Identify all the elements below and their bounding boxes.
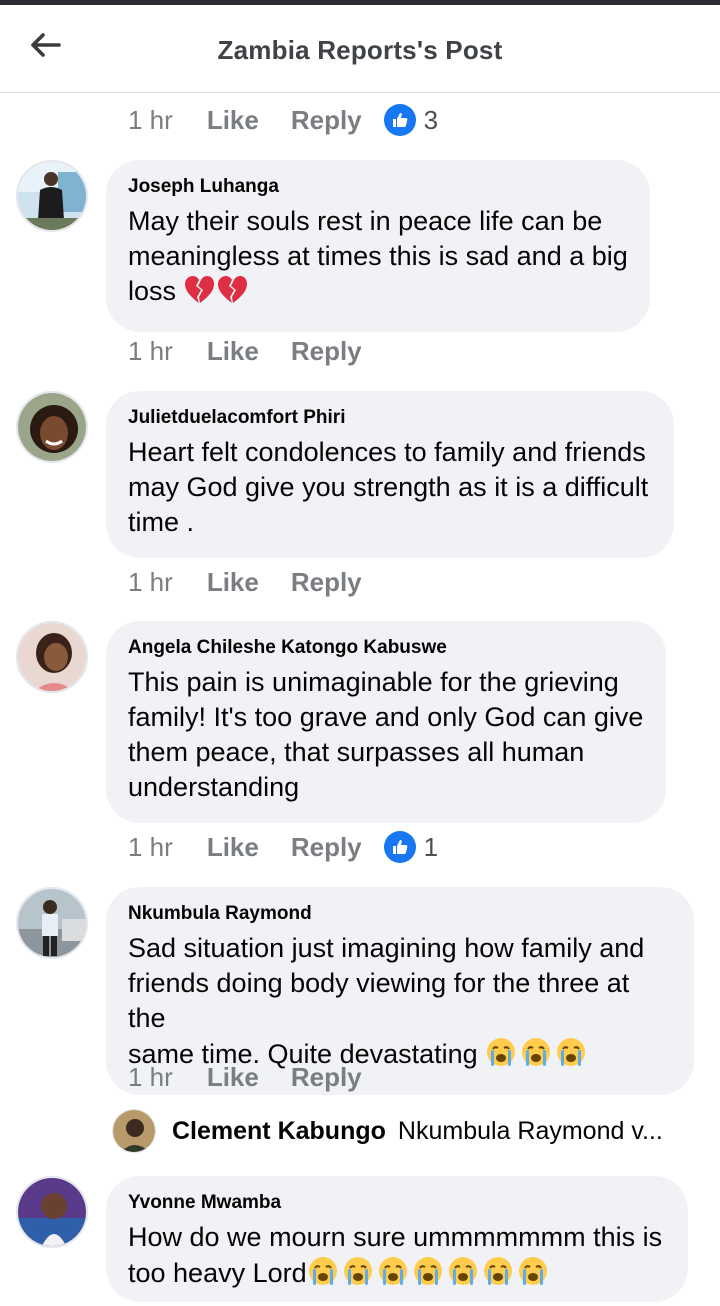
comment-author[interactable]: Angela Chileshe Katongo Kabuswe — [128, 637, 644, 659]
reaction-count: 3 — [423, 104, 439, 135]
reply-preview[interactable]: Clement Kabungo Nkumbula Raymond v... — [112, 1108, 692, 1154]
comment-meta: 1 hr Like Reply — [128, 564, 384, 600]
avatar[interactable] — [16, 160, 88, 232]
comment-time: 1 hr — [128, 1061, 173, 1092]
reaction-summary[interactable]: 1 — [383, 831, 439, 863]
avatar[interactable] — [16, 391, 88, 463]
reply-button[interactable]: Reply — [291, 1062, 362, 1093]
reply-button[interactable]: Reply — [291, 105, 362, 136]
comment-author[interactable]: Joseph Luhanga — [128, 176, 628, 198]
page-title: Zambia Reports's Post — [217, 35, 503, 65]
comment-text: This pain is unimaginable for the grievi… — [128, 667, 644, 802]
comment-author[interactable]: Julietduelacomfort Phiri — [128, 407, 652, 429]
comment-text: Heart felt condolences to family and fri… — [128, 437, 649, 537]
comment-bubble: Julietduelacomfort Phiri Heart felt cond… — [106, 391, 674, 558]
reply-text: Nkumbula Raymond v... — [397, 1116, 663, 1145]
thumbs-up-icon — [383, 104, 416, 136]
comment-meta: 1 hr Like Reply 1 — [128, 829, 438, 865]
like-button[interactable]: Like — [207, 1062, 259, 1093]
reply-button[interactable]: Reply — [291, 336, 362, 367]
comment-time: 1 hr — [128, 104, 173, 135]
crying-face-icon — [485, 1036, 587, 1077]
comment-author[interactable]: Yvonne Mwamba — [128, 1192, 666, 1214]
comment-meta: 1 hr Like Reply 3 — [128, 102, 438, 138]
post-header: Zambia Reports's Post — [0, 5, 720, 93]
reply-button[interactable]: Reply — [291, 832, 362, 863]
comment-author[interactable]: Nkumbula Raymond — [128, 903, 672, 925]
crying-face-icon — [307, 1255, 553, 1296]
reply-button[interactable]: Reply — [291, 567, 362, 598]
avatar[interactable] — [16, 1176, 88, 1248]
comment-time: 1 hr — [128, 335, 173, 366]
comment-time: 1 hr — [128, 831, 173, 862]
comment-time: 1 hr — [128, 566, 173, 597]
reaction-summary[interactable]: 3 — [383, 104, 439, 136]
comment-bubble: Yvonne Mwamba How do we mourn sure ummmm… — [106, 1176, 688, 1302]
reply-author[interactable]: Clement Kabungo — [172, 1117, 386, 1146]
broken-heart-icon — [184, 275, 248, 314]
thumbs-up-icon — [383, 831, 416, 863]
comment-meta: 1 hr Like Reply — [128, 333, 384, 369]
like-button[interactable]: Like — [207, 567, 259, 598]
like-button[interactable]: Like — [207, 336, 259, 367]
comment-meta: 1 hr Like Reply — [128, 1059, 384, 1095]
reaction-count: 1 — [423, 831, 439, 862]
like-button[interactable]: Like — [207, 105, 259, 136]
like-button[interactable]: Like — [207, 832, 259, 863]
avatar — [112, 1109, 156, 1153]
comment-bubble: Joseph Luhanga May their souls rest in p… — [106, 160, 650, 332]
comment-bubble: Angela Chileshe Katongo Kabuswe This pai… — [106, 621, 666, 823]
avatar[interactable] — [16, 621, 88, 693]
avatar[interactable] — [16, 887, 88, 959]
